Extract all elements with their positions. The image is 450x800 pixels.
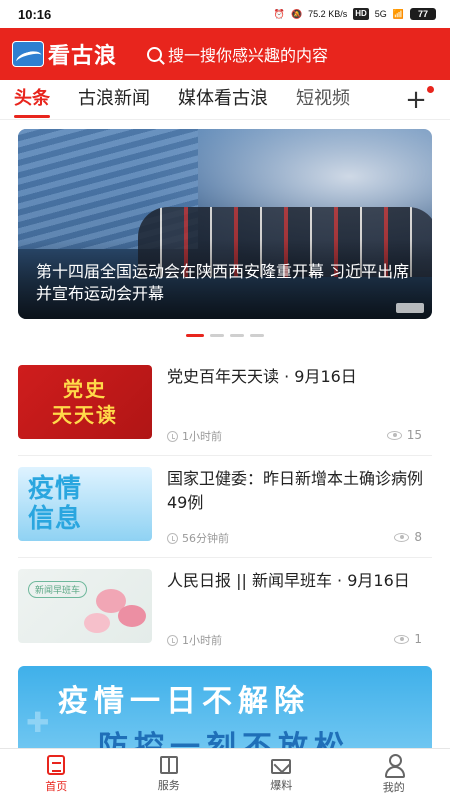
tab-short-video[interactable]: 短视频 (296, 80, 358, 120)
nav-label: 爆料 (270, 779, 293, 792)
plus-icon[interactable]: + (404, 86, 428, 114)
news-views-count: 1 (414, 632, 422, 646)
clock-icon (167, 634, 178, 646)
thumb-text: 天天读 (52, 403, 118, 427)
feed: 第十四届全国运动会在陕西西安隆重开幕 习近平出席并宣布运动会开幕 党史 天天读 … (0, 120, 450, 748)
app-header: 看古浪 搜一搜你感兴趣的内容 (0, 28, 450, 80)
net-speed: 75.2 KB/s (308, 9, 348, 19)
carousel-dot[interactable] (186, 334, 204, 337)
nav-service[interactable]: 服务 (113, 749, 226, 800)
eye-icon (394, 634, 410, 644)
carousel-dot[interactable] (250, 334, 264, 337)
channel-tabs: 头条 古浪新闻 媒体看古浪 短视频 + (0, 80, 450, 120)
divider (18, 557, 432, 558)
clock-icon (167, 430, 178, 442)
wifi-icon: 📶 (392, 8, 404, 19)
news-views-count: 8 (414, 530, 422, 544)
mute-icon: 🔕 (290, 8, 303, 19)
news-time: 1小时前 (167, 632, 222, 648)
nav-report[interactable]: 爆料 (225, 749, 338, 800)
nav-label: 首页 (45, 780, 68, 793)
carousel-dot[interactable] (210, 334, 224, 337)
app-name: 看古浪 (48, 43, 118, 69)
eye-icon (394, 532, 410, 542)
banner-line-1: 疫情一日不解除 (58, 684, 310, 719)
medical-cross-icon: ✚ (26, 706, 50, 739)
hero-title: 第十四届全国运动会在陕西西安隆重开幕 习近平出席并宣布运动会开幕 (36, 262, 410, 303)
hd-icon: HD (353, 8, 369, 20)
thumb-text: 信息 (28, 504, 83, 534)
tab-media-gulang[interactable]: 媒体看古浪 (178, 80, 268, 120)
hero-watermark (396, 303, 424, 313)
bottom-nav: 首页 服务 爆料 我的 (0, 748, 450, 800)
banner-line-2: 防控一刻不放松 (98, 730, 350, 748)
status-indicators: ⏰ 🔕 75.2 KB/s HD 5G 📶 77 (274, 8, 436, 20)
divider (18, 455, 432, 456)
signal-5g-icon: 5G (374, 9, 387, 19)
tab-gulang-news[interactable]: 古浪新闻 (78, 80, 150, 120)
news-views: 1 (394, 632, 422, 646)
search-bar[interactable]: 搜一搜你感兴趣的内容 (147, 42, 328, 66)
carousel-indicator (186, 334, 264, 337)
news-time-text: 1小时前 (182, 634, 222, 647)
news-item[interactable]: 疫情 信息 国家卫健委：昨日新增本土确诊病例49例 56分钟前 8 (0, 467, 450, 570)
news-thumbnail: 新闻早班车 (18, 569, 152, 643)
search-placeholder: 搜一搜你感兴趣的内容 (168, 46, 329, 65)
news-time: 1小时前 (167, 428, 222, 444)
news-views: 15 (386, 428, 422, 442)
news-item[interactable]: 新闻早班车 人民日报 || 新闻早班车 · 9月16日 1小时前 1 (0, 569, 450, 672)
tab-headlines[interactable]: 头条 (14, 80, 50, 120)
news-title: 党史百年天天读 · 9月16日 (167, 367, 357, 386)
news-time-text: 56分钟前 (182, 532, 229, 545)
status-bar: 10:16 ⏰ 🔕 75.2 KB/s HD 5G 📶 77 (0, 0, 450, 28)
user-icon (384, 754, 405, 778)
promo-banner[interactable]: ✚ 疫情一日不解除 防控一刻不放松 (18, 666, 432, 748)
home-icon (47, 755, 66, 775)
thumb-text: 疫情 (28, 474, 83, 504)
thumb-text: 党史 (63, 377, 107, 401)
flower-petal (118, 605, 146, 627)
news-title: 国家卫健委：昨日新增本土确诊病例49例 (167, 469, 424, 512)
news-views-count: 15 (406, 428, 422, 442)
eye-icon (386, 430, 402, 440)
clock-icon (167, 532, 178, 544)
news-thumbnail: 疫情 信息 (18, 467, 152, 541)
news-thumbnail: 党史 天天读 (18, 365, 152, 439)
notification-dot (427, 86, 434, 93)
app-logo[interactable]: 看古浪 (12, 38, 117, 70)
flower-petal (84, 613, 110, 633)
nav-label: 服务 (157, 779, 180, 792)
search-icon (147, 46, 163, 62)
battery-icon: 77 (410, 8, 436, 20)
mail-icon (271, 759, 292, 774)
status-time: 10:16 (18, 6, 52, 22)
news-item[interactable]: 党史 天天读 党史百年天天读 · 9月16日 1小时前 15 (0, 365, 450, 468)
hero-carousel-card[interactable]: 第十四届全国运动会在陕西西安隆重开幕 习近平出席并宣布运动会开幕 (18, 129, 432, 319)
logo-wave-icon (12, 41, 44, 67)
thumb-tag: 新闻早班车 (28, 581, 88, 598)
carousel-dot[interactable] (230, 334, 244, 337)
app-screen: 10:16 ⏰ 🔕 75.2 KB/s HD 5G 📶 77 看古浪 搜一搜你感… (0, 0, 450, 800)
service-icon (159, 756, 178, 774)
news-time: 56分钟前 (167, 530, 229, 546)
nav-home[interactable]: 首页 (0, 749, 113, 800)
news-time-text: 1小时前 (182, 430, 222, 443)
news-views: 8 (394, 530, 422, 544)
nav-profile[interactable]: 我的 (338, 749, 450, 800)
news-title: 人民日报 || 新闻早班车 · 9月16日 (167, 571, 410, 590)
alarm-icon: ⏰ (273, 8, 285, 19)
nav-label: 我的 (382, 781, 405, 794)
